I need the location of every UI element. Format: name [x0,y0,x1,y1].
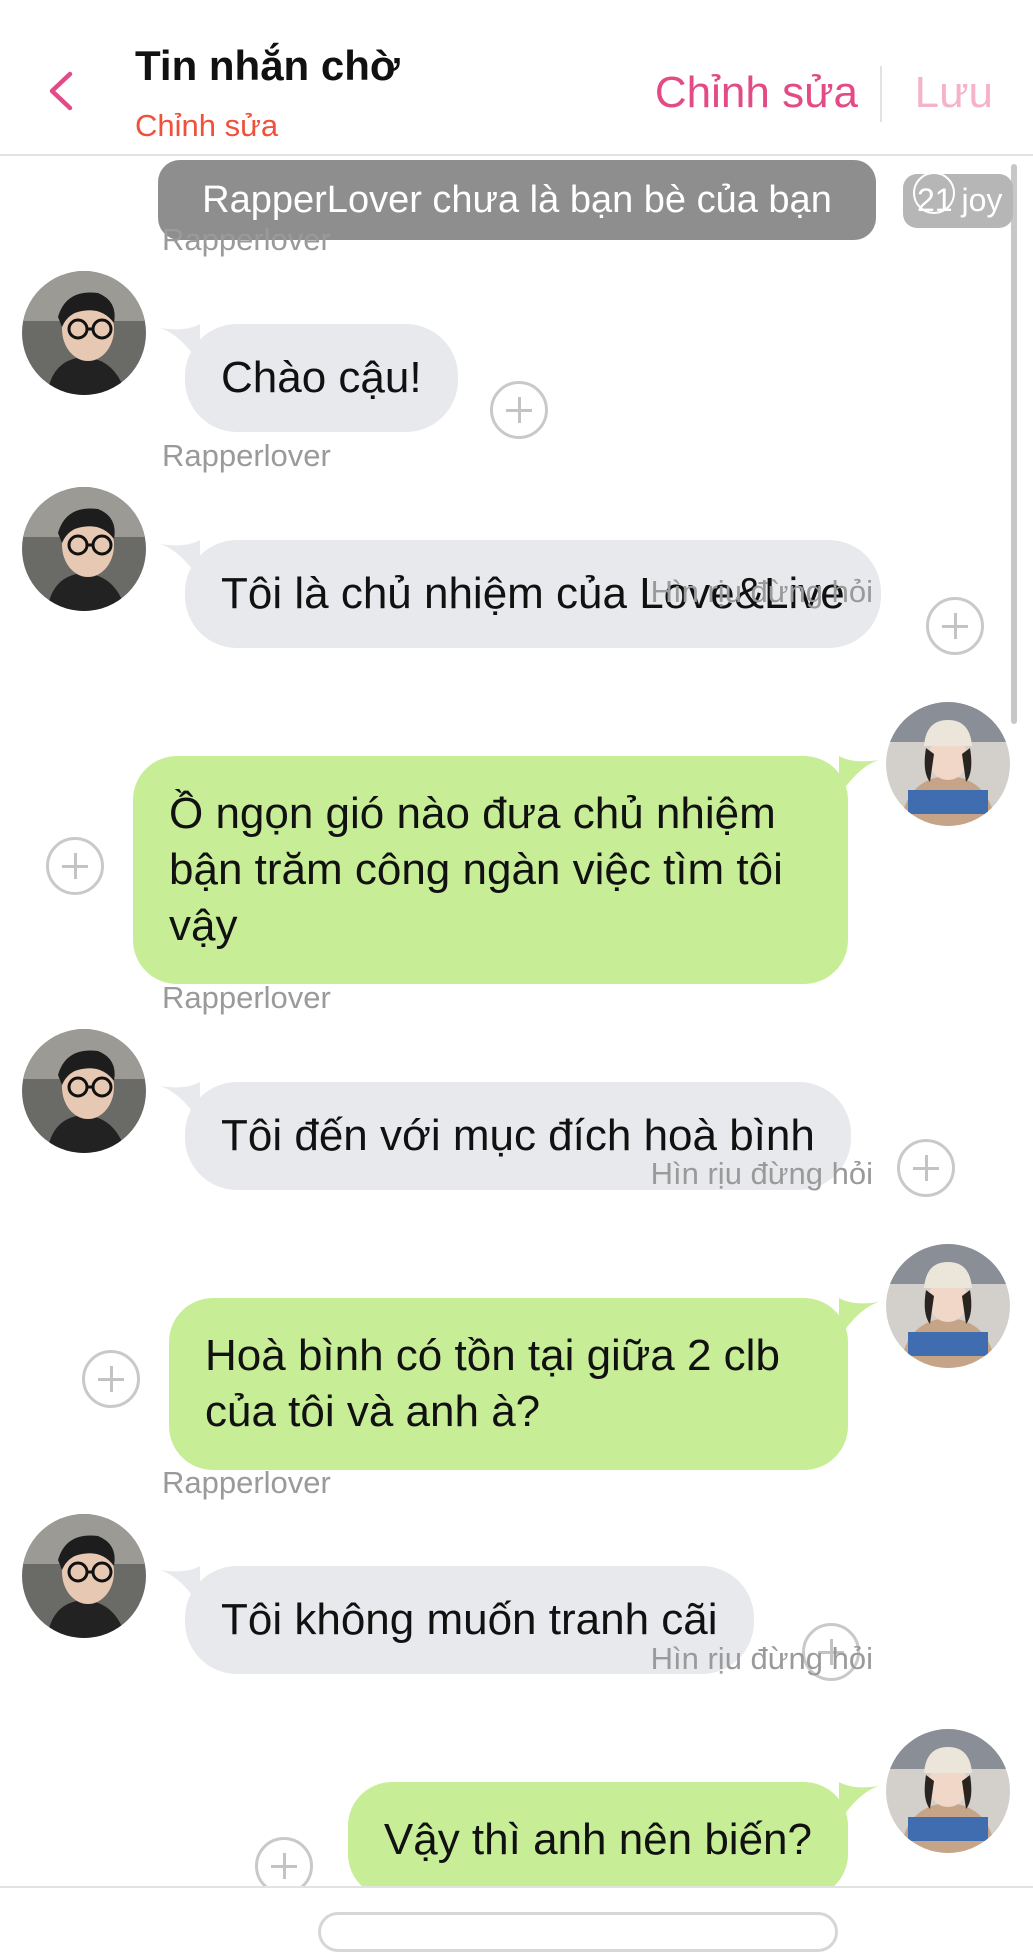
avatar-me[interactable] [886,1729,1010,1853]
avatar-girl-beanie-icon [886,1729,1010,1853]
add-reaction-button[interactable] [46,837,104,895]
back-button[interactable] [38,66,88,116]
avatar-man-glasses-icon [22,1029,146,1153]
add-reaction-button[interactable] [82,1350,140,1408]
joy-badge-label: 21 joy [917,182,1003,218]
avatar-me[interactable] [886,702,1010,826]
sender-name: Hìn rịu đừng hỏi [650,1156,873,1191]
add-reaction-button[interactable] [897,1139,955,1197]
chevron-left-icon [49,71,73,111]
avatar-girl-beanie-icon [886,1244,1010,1368]
sender-name: Rapperlover [162,222,331,257]
message-input[interactable] [318,1912,838,1952]
message-bubble-incoming[interactable]: Chào cậu! [185,324,458,432]
avatar-rapperlover[interactable] [22,1514,146,1638]
sender-name: Hìn rịu đừng hỏi [650,1641,873,1676]
save-button[interactable]: Lưu [915,68,993,118]
sender-name: Rapperlover [162,980,331,1015]
bottom-bar [0,1886,1033,1952]
avatar-man-glasses-icon [22,487,146,611]
add-reaction-button[interactable] [255,1837,313,1886]
sender-name: Rapperlover [162,438,331,473]
avatar-man-glasses-icon [22,1514,146,1638]
chat-area[interactable]: RapperLover chưa là bạn bè của bạn 21 jo… [0,156,1033,1886]
edit-button[interactable]: Chỉnh sửa [655,68,858,118]
avatar-rapperlover[interactable] [22,487,146,611]
page-title: Tin nhắn chờ [135,42,400,89]
header-bar: Tin nhắn chờ Chỉnh sửa Chỉnh sửa Lưu [0,0,1033,156]
avatar-girl-beanie-icon [886,702,1010,826]
add-reaction-button[interactable] [490,381,548,439]
avatar-me[interactable] [886,1244,1010,1368]
message-bubble-outgoing[interactable]: Ồ ngọn gió nào đưa chủ nhiệm bận trăm cô… [133,756,848,984]
message-bubble-outgoing[interactable]: Hoà bình có tồn tại giữa 2 clb của tôi v… [169,1298,848,1470]
avatar-rapperlover[interactable] [22,1029,146,1153]
sender-name: Hìn rịu đừng hỏi [650,574,873,609]
avatar-rapperlover[interactable] [22,271,146,395]
header-divider [880,66,882,122]
page-subtitle[interactable]: Chỉnh sửa [135,108,278,144]
avatar-man-glasses-icon [22,271,146,395]
message-bubble-outgoing[interactable]: Vậy thì anh nên biến? [347,1782,848,1886]
add-reaction-button[interactable] [926,597,984,655]
sender-name: Rapperlover [162,1465,331,1500]
